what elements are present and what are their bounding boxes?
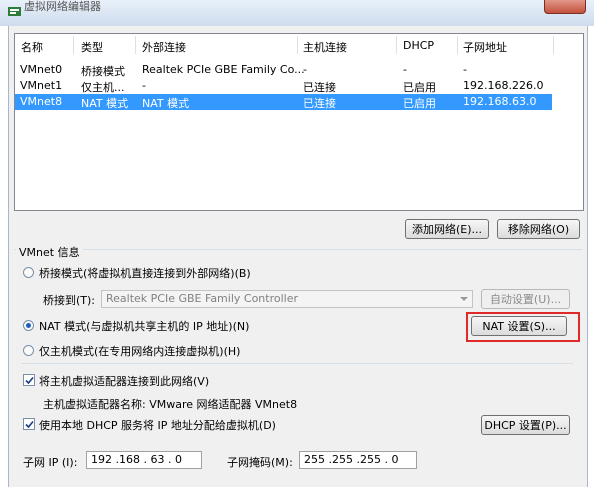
column-header-name[interactable]: 名称	[21, 39, 43, 55]
column-header-type[interactable]: 类型	[81, 39, 103, 55]
dialog-body: 名称 类型 外部连接 主机连接 DHCP 子网地址 VMnet0 桥接模式 Re…	[8, 26, 588, 487]
remove-network-button[interactable]: 移除网络(O)	[497, 219, 580, 239]
cell-external: NAT 模式	[142, 97, 190, 110]
column-header-subnet[interactable]: 子网地址	[463, 39, 507, 55]
close-button[interactable]	[544, 0, 586, 14]
use-dhcp-label[interactable]: 使用本地 DHCP 服务将 IP 地址分配给虚拟机(D)	[39, 417, 276, 433]
checkmark-icon	[25, 376, 34, 385]
bridge-to-label: 桥接到(T):	[43, 294, 96, 307]
cell-subnet: 192.168.226.0	[463, 79, 544, 92]
cell-dhcp: -	[403, 63, 407, 76]
title-bar: 虚拟网络编辑器	[0, 0, 594, 26]
dhcp-settings-button[interactable]: DHCP 设置(P)...	[481, 415, 570, 435]
cell-host: 已连接	[303, 81, 336, 94]
auto-settings-button[interactable]: 自动设置(U)...	[481, 289, 570, 309]
column-header-external[interactable]: 外部连接	[142, 39, 186, 55]
chevron-down-icon	[460, 297, 468, 301]
add-network-button[interactable]: 添加网络(E)...	[405, 219, 489, 239]
cell-name: VMnet8	[20, 95, 63, 108]
cell-host: 已连接	[303, 97, 336, 110]
cell-dhcp: 已启用	[403, 81, 436, 94]
cell-name: VMnet0	[20, 63, 63, 76]
bridge-to-value: Realtek PCIe GBE Family Controller	[106, 292, 299, 305]
host-adapter-name: 主机虚拟适配器名称: VMware 网络适配器 VMnet8	[43, 398, 298, 411]
connect-host-adapter-label[interactable]: 将主机虚拟适配器连接到此网络(V)	[39, 373, 209, 389]
table-header: 名称 类型 外部连接 主机连接 DHCP 子网地址	[15, 34, 583, 56]
bridge-mode-label[interactable]: 桥接模式(将虚拟机直接连接到外部网络)(B)	[39, 265, 251, 281]
cell-type: 仅主机...	[81, 81, 125, 94]
checkmark-icon	[25, 420, 34, 429]
bridge-mode-radio[interactable]	[23, 267, 34, 278]
cell-type: NAT 模式	[81, 97, 129, 110]
nat-mode-radio[interactable]	[23, 320, 34, 331]
host-only-radio[interactable]	[23, 345, 34, 356]
column-header-dhcp[interactable]: DHCP	[403, 39, 434, 52]
cell-name: VMnet1	[20, 79, 63, 92]
subnet-mask-field[interactable]: 255 .255 .255 . 0	[299, 451, 417, 469]
nat-settings-highlight	[466, 312, 580, 342]
table-row-vmnet0[interactable]: VMnet0 桥接模式 Realtek PCIe GBE Family Co..…	[15, 62, 552, 78]
app-icon	[8, 7, 21, 16]
column-header-host[interactable]: 主机连接	[303, 39, 347, 55]
cell-external: -	[142, 79, 146, 92]
connect-host-adapter-checkbox[interactable]	[23, 374, 35, 386]
bridge-to-select[interactable]: Realtek PCIe GBE Family Controller	[101, 290, 473, 308]
cell-subnet: 192.168.63.0	[463, 95, 537, 108]
cell-host: -	[303, 63, 307, 76]
vmnet-info-title: VMnet 信息	[16, 244, 83, 260]
subnet-ip-label: 子网 IP (I):	[23, 456, 78, 469]
nat-mode-label[interactable]: NAT 模式(与虚拟机共享主机的 IP 地址)(N)	[39, 318, 249, 334]
window-title: 虚拟网络编辑器	[24, 0, 101, 13]
subnet-mask-label: 子网掩码(M):	[227, 456, 293, 469]
cell-type: 桥接模式	[81, 65, 125, 78]
subnet-ip-field[interactable]: 192 .168 . 63 . 0	[86, 451, 202, 469]
divider	[21, 363, 573, 364]
cell-external: Realtek PCIe GBE Family Co...	[142, 63, 305, 76]
cell-subnet: -	[463, 63, 467, 76]
table-row-vmnet1[interactable]: VMnet1 仅主机... - 已连接 已启用 192.168.226.0	[15, 78, 552, 94]
cell-dhcp: 已启用	[403, 97, 436, 110]
network-table: 名称 类型 外部连接 主机连接 DHCP 子网地址 VMnet0 桥接模式 Re…	[14, 33, 584, 211]
use-dhcp-checkbox[interactable]	[23, 418, 35, 430]
table-row-vmnet8[interactable]: VMnet8 NAT 模式 NAT 模式 已连接 已启用 192.168.63.…	[15, 94, 552, 110]
host-only-label[interactable]: 仅主机模式(在专用网络内连接虚拟机)(H)	[39, 343, 240, 359]
